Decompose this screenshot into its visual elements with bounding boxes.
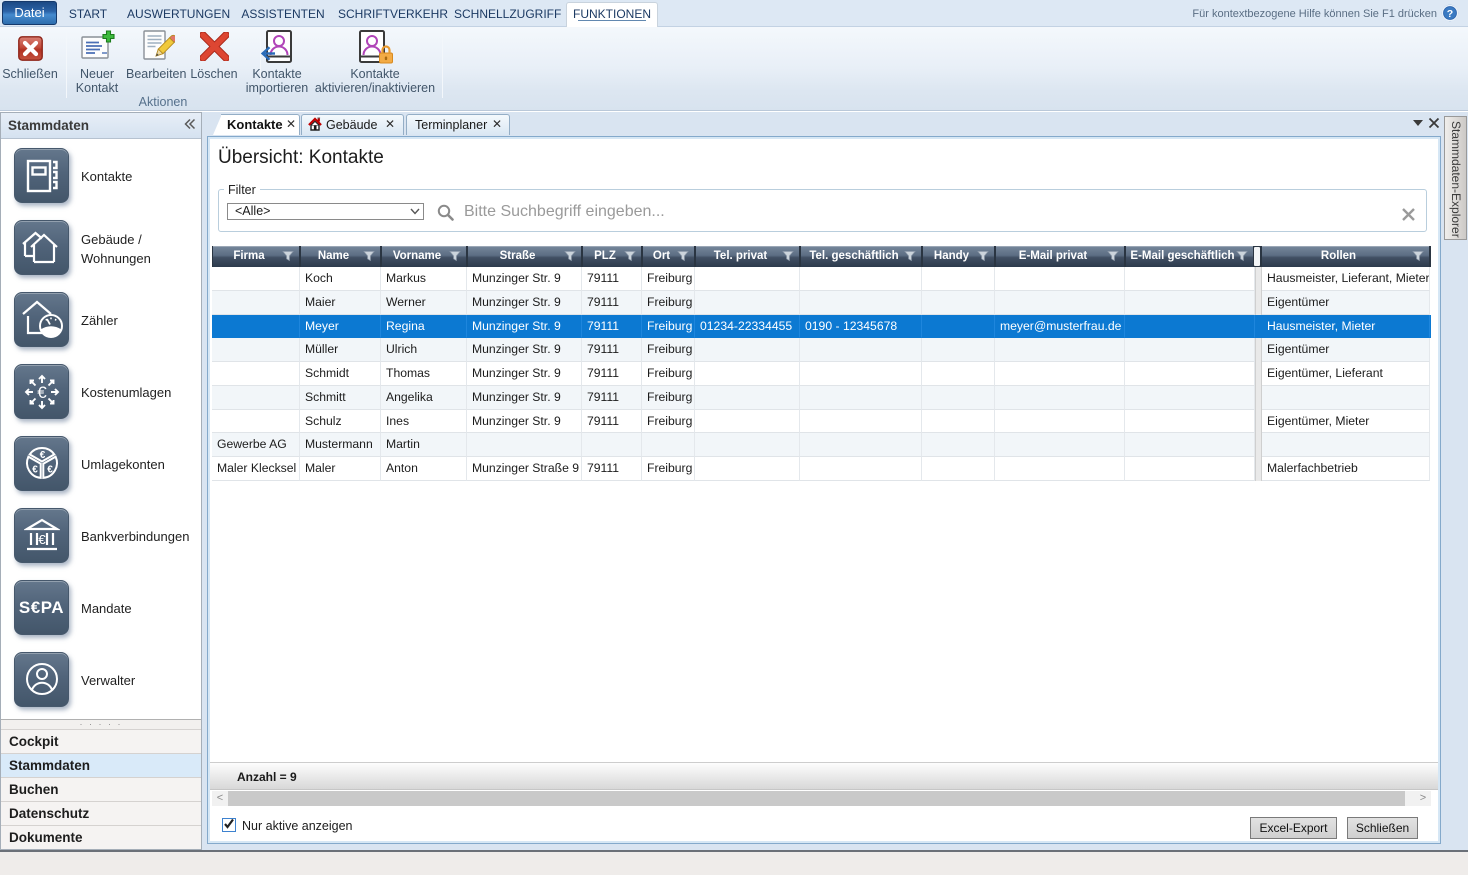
svg-text:€: € [38, 532, 46, 547]
svg-text:€: € [37, 383, 47, 402]
svg-text:€: € [47, 465, 53, 476]
svg-text:?: ? [1447, 8, 1453, 20]
svg-text:€: € [40, 450, 46, 461]
svg-text:€: € [32, 465, 38, 476]
